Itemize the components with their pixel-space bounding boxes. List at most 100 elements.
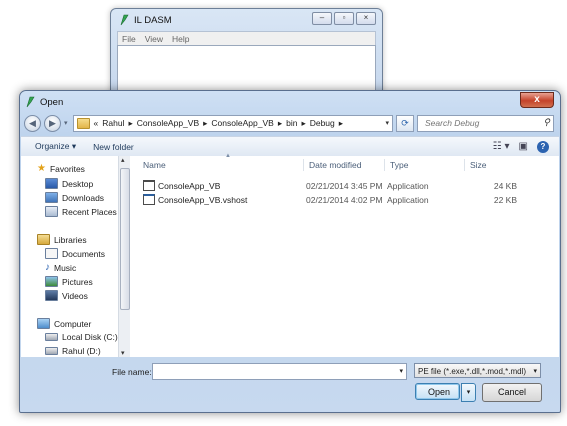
- forward-arrow-icon: ▶: [49, 117, 56, 128]
- file-name-label: File name:: [112, 367, 152, 377]
- file-row-consoleapp-vb-vshost[interactable]: ConsoleApp_VB.vshost 02/21/2014 4:02 PM …: [143, 193, 551, 206]
- navigation-bar: ◀ ▶ ▾ « Rahul ▸ ConsoleApp_VB ▸ ConsoleA…: [24, 114, 554, 132]
- open-dialog: Open x ◀ ▶ ▾ « Rahul ▸ ConsoleApp_VB ▸ C…: [19, 90, 561, 413]
- chevron-down-icon: ▾: [466, 389, 471, 396]
- nav-item-libraries[interactable]: Libraries: [37, 234, 87, 245]
- nav-item-desktop[interactable]: Desktop: [45, 178, 93, 189]
- dialog-body: ★ Favorites Desktop Downloads Recent Plac…: [21, 153, 559, 357]
- back-button[interactable]: ◀: [24, 114, 41, 132]
- breadcrumb-separator-icon[interactable]: ▸: [301, 118, 305, 129]
- file-type: Application: [387, 194, 429, 205]
- ildasm-titlebar: IL DASM: [119, 14, 172, 26]
- open-button[interactable]: Open: [415, 383, 460, 400]
- downloads-icon: [45, 192, 58, 203]
- recent-places-icon: [45, 206, 58, 217]
- ildasm-maximize-button[interactable]: ▫: [334, 12, 354, 25]
- file-type-filter-select[interactable]: PE file (*.exe,*.dll,*.mod,*.mdl) ▾: [414, 363, 541, 378]
- ildasm-logo-icon: [26, 96, 35, 108]
- new-folder-button[interactable]: New folder: [93, 142, 134, 152]
- view-options-icon[interactable]: ☷ ▾: [493, 141, 510, 152]
- breadcrumb-separator-icon[interactable]: ▸: [278, 118, 282, 129]
- open-options-dropdown[interactable]: ▾: [461, 383, 476, 402]
- scrollbar-thumb[interactable]: [120, 168, 130, 310]
- column-header-name[interactable]: Name: [143, 160, 166, 170]
- sort-ascending-icon: ▲: [225, 153, 231, 159]
- file-name-input[interactable]: [153, 364, 397, 379]
- file-size: 24 KB: [493, 180, 517, 191]
- address-bar[interactable]: « Rahul ▸ ConsoleApp_VB ▸ ConsoleApp_VB …: [72, 114, 393, 132]
- breadcrumb-separator-icon[interactable]: ▸: [339, 118, 343, 129]
- chevron-down-icon[interactable]: ▾: [533, 364, 537, 377]
- menu-help[interactable]: Help: [172, 34, 189, 44]
- scroll-down-icon[interactable]: ▾: [121, 349, 125, 357]
- refresh-button[interactable]: ⟳: [396, 114, 414, 132]
- dialog-close-button[interactable]: x: [520, 92, 554, 108]
- file-row-consoleapp-vb[interactable]: ConsoleApp_VB 02/21/2014 3:45 PM Applica…: [143, 179, 551, 192]
- nav-item-pictures[interactable]: Pictures: [45, 276, 93, 287]
- nav-item-documents[interactable]: Documents: [45, 248, 105, 259]
- search-box[interactable]: ⚲: [417, 114, 554, 132]
- forward-button[interactable]: ▶: [44, 114, 61, 132]
- menu-file[interactable]: File: [122, 34, 136, 44]
- nav-item-downloads[interactable]: Downloads: [45, 192, 104, 203]
- nav-item-videos[interactable]: Videos: [45, 290, 88, 301]
- ildasm-close-button[interactable]: ×: [356, 12, 376, 25]
- pictures-icon: [45, 276, 58, 287]
- nav-item-recent-places[interactable]: Recent Places: [45, 206, 117, 217]
- nav-item-favorites[interactable]: ★ Favorites: [37, 163, 85, 174]
- ildasm-title: IL DASM: [134, 14, 172, 26]
- close-icon: x: [534, 94, 540, 105]
- videos-icon: [45, 290, 58, 301]
- column-divider[interactable]: [303, 159, 304, 171]
- cancel-button[interactable]: Cancel: [482, 383, 542, 402]
- file-list: ▲ Name Date modified Type Size ConsoleAp…: [131, 153, 559, 357]
- column-divider[interactable]: [384, 159, 385, 171]
- scroll-up-icon[interactable]: ▴: [121, 156, 125, 164]
- column-header-type[interactable]: Type: [390, 160, 408, 170]
- preview-pane-icon[interactable]: ▣: [519, 141, 528, 152]
- column-header-size[interactable]: Size: [470, 160, 487, 170]
- documents-icon: [45, 248, 58, 259]
- breadcrumb-item[interactable]: Rahul: [102, 118, 124, 128]
- menu-view[interactable]: View: [145, 34, 163, 44]
- address-dropdown-icon[interactable]: ▾: [382, 119, 392, 127]
- favorites-star-icon: ★: [37, 163, 46, 174]
- breadcrumb-overflow[interactable]: «: [94, 118, 99, 128]
- breadcrumb-item[interactable]: ConsoleApp_VB: [211, 118, 273, 128]
- folder-icon: [76, 117, 90, 129]
- command-bar: Organize ▾ New folder ☷ ▾ ▣ ?: [21, 136, 559, 157]
- column-header-date[interactable]: Date modified: [309, 160, 361, 170]
- organize-button[interactable]: Organize ▾: [35, 141, 76, 152]
- file-date: 02/21/2014 4:02 PM: [306, 194, 383, 205]
- nav-item-local-disk-c[interactable]: Local Disk (C:): [45, 332, 118, 342]
- back-arrow-icon: ◀: [29, 117, 36, 128]
- breadcrumb-separator-icon[interactable]: ▸: [203, 118, 207, 129]
- search-input[interactable]: [423, 117, 527, 129]
- nav-item-rahul-d[interactable]: Rahul (D:): [45, 346, 101, 356]
- search-icon[interactable]: ⚲: [543, 117, 550, 128]
- file-name: ConsoleApp_VB: [158, 180, 221, 191]
- breadcrumb-separator-icon[interactable]: ▸: [128, 118, 132, 129]
- recent-locations-dropdown[interactable]: ▾: [64, 119, 68, 127]
- help-icon[interactable]: ?: [537, 140, 549, 153]
- libraries-icon: [37, 234, 50, 245]
- ildasm-menubar: File View Help: [117, 31, 376, 46]
- drive-icon: [45, 347, 58, 355]
- ildasm-minimize-button[interactable]: –: [312, 12, 332, 25]
- application-icon: [143, 180, 155, 191]
- file-name: ConsoleApp_VB.vshost: [158, 194, 248, 205]
- nav-item-music[interactable]: ♪ Music: [45, 262, 76, 273]
- dialog-titlebar: Open: [25, 96, 63, 108]
- navigation-pane: ★ Favorites Desktop Downloads Recent Plac…: [21, 156, 118, 357]
- navigation-scrollbar[interactable]: ▴ ▾: [118, 156, 130, 357]
- nav-item-computer[interactable]: Computer: [37, 318, 91, 329]
- breadcrumb-item[interactable]: bin: [286, 118, 297, 128]
- breadcrumb-item[interactable]: ConsoleApp_VB: [137, 118, 199, 128]
- drive-icon: [45, 333, 58, 341]
- breadcrumb-item[interactable]: Debug: [310, 118, 335, 128]
- refresh-icon: ⟳: [401, 117, 409, 128]
- file-name-combobox[interactable]: ▾: [152, 363, 407, 380]
- chevron-down-icon[interactable]: ▾: [399, 367, 403, 375]
- column-divider[interactable]: [464, 159, 465, 171]
- vshost-application-icon: [143, 194, 155, 205]
